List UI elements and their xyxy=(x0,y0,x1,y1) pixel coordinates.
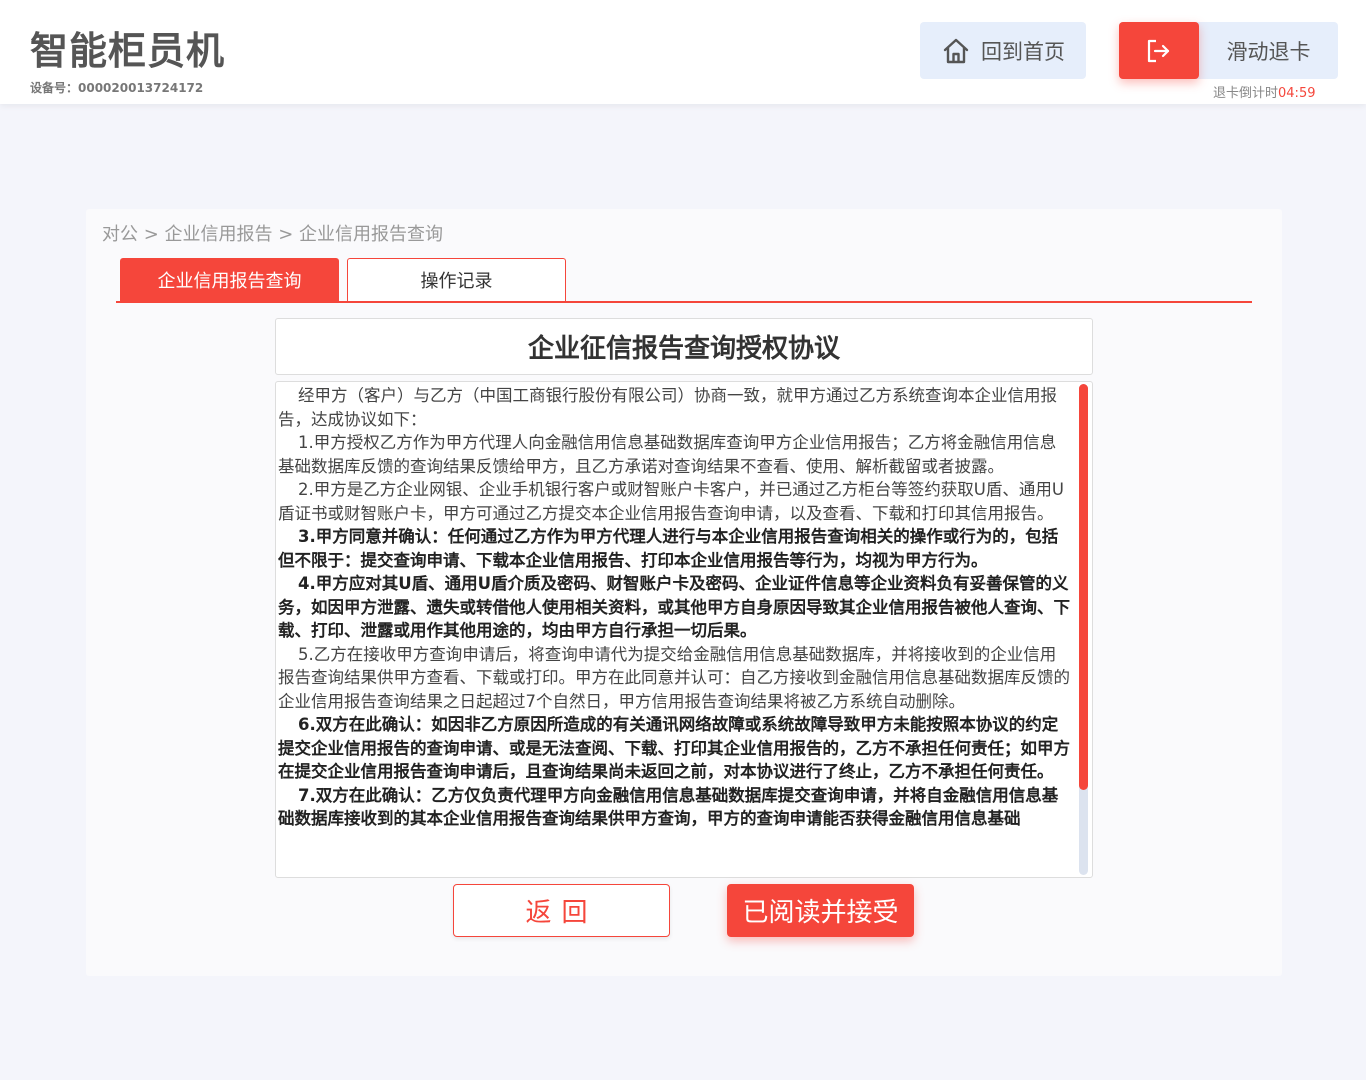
agreement-paragraph: 7.双方在此确认：乙方仅负责代理甲方向金融信用信息基础数据库提交查询申请，并将自… xyxy=(278,785,1059,829)
scrollbar-track[interactable] xyxy=(1079,384,1088,875)
slide-handle[interactable] xyxy=(1119,22,1199,79)
slide-exit-card-slider[interactable]: 滑动退卡 xyxy=(1119,22,1338,79)
slide-exit-card-label: 滑动退卡 xyxy=(1226,39,1311,64)
device-id: 设备号：000020013724172 xyxy=(30,81,204,95)
home-button-label: 回到首页 xyxy=(981,39,1065,64)
main-panel: 对公 > 企业信用报告 > 企业信用报告查询 企业信用报告查询 操作记录 企业征… xyxy=(86,209,1282,976)
breadcrumb: 对公 > 企业信用报告 > 企业信用报告查询 xyxy=(102,224,444,245)
agreement-paragraph: 4.甲方应对其U盾、通用U盾介质及密码、财智账户卡及密码、企业证件信息等企业资料… xyxy=(278,574,1070,640)
agreement-text: 经甲方（客户）与乙方（中国工商银行股份有限公司）协商一致，就甲方通过乙方系统查询… xyxy=(278,384,1070,831)
tab-credit-report-query[interactable]: 企业信用报告查询 xyxy=(120,258,339,301)
agreement-paragraph: 6.双方在此确认：如因非乙方原因所造成的有关通讯网络故障或系统故障导致甲方未能按… xyxy=(278,715,1070,781)
exit-countdown: 退卡倒计时04:59 xyxy=(1213,86,1315,102)
home-icon xyxy=(943,38,969,63)
countdown-label: 退卡倒计时 xyxy=(1213,86,1279,101)
agreement-paragraph: 5.乙方在接收甲方查询申请后，将查询申请代为提交给金融信用信息基础数据库，并将接… xyxy=(278,644,1070,711)
agreement-paragraph: 3.甲方同意并确认：任何通过乙方作为甲方代理人进行与本企业信用报告查询相关的操作… xyxy=(278,527,1059,570)
agreement-scroll-area[interactable]: 经甲方（客户）与乙方（中国工商银行股份有限公司）协商一致，就甲方通过乙方系统查询… xyxy=(275,381,1093,878)
accept-button[interactable]: 已阅读并接受 xyxy=(727,884,914,937)
app-header: 智能柜员机 设备号：000020013724172 回到首页 滑动退卡 退卡倒计… xyxy=(0,0,1366,104)
home-button[interactable]: 回到首页 xyxy=(920,22,1086,79)
app-title: 智能柜员机 xyxy=(30,29,226,73)
agreement-paragraph: 1.甲方授权乙方作为甲方代理人向金融信用信息基础数据库查询甲方企业信用报告；乙方… xyxy=(278,433,1057,476)
agreement-paragraph: 经甲方（客户）与乙方（中国工商银行股份有限公司）协商一致，就甲方通过乙方系统查询… xyxy=(278,386,1057,429)
agreement-title: 企业征信报告查询授权协议 xyxy=(275,318,1093,375)
countdown-time: 04:59 xyxy=(1278,86,1316,101)
scrollbar-thumb[interactable] xyxy=(1079,384,1088,790)
back-button[interactable]: 返回 xyxy=(453,884,670,937)
agreement-paragraph: 2.甲方是乙方企业网银、企业手机银行客户或财智账户卡客户，并已通过乙方柜台等签约… xyxy=(278,480,1064,523)
tab-operation-records[interactable]: 操作记录 xyxy=(347,258,566,301)
tab-underline xyxy=(116,301,1252,303)
exit-icon xyxy=(1147,39,1170,62)
